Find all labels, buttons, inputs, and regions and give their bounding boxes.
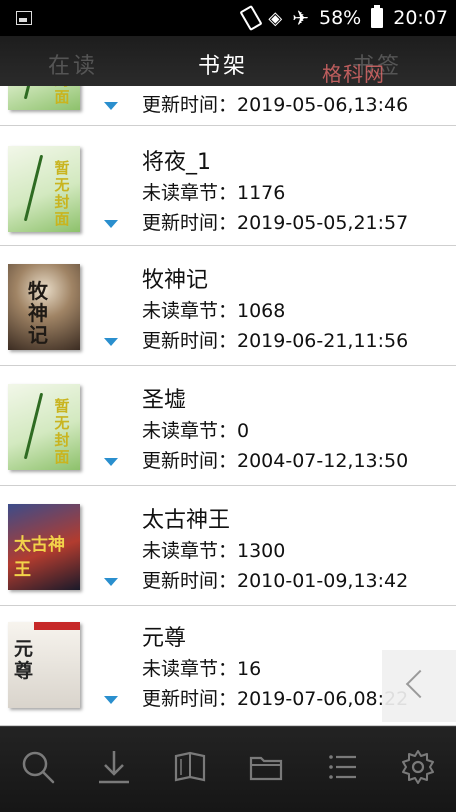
expand-arrow-icon[interactable] [104, 338, 118, 346]
battery-icon [371, 5, 384, 28]
airplane-mode-icon: ✈ [292, 6, 309, 30]
tab-reading[interactable]: 在读 [48, 48, 98, 80]
cover-band [34, 622, 80, 630]
book-title: 太古神王 [142, 508, 231, 533]
list-icon [329, 755, 356, 779]
book-icon [174, 751, 206, 782]
local-files-button[interactable] [246, 747, 286, 787]
book-cover: 太古神王 [8, 504, 80, 590]
placeholder-stem [23, 154, 44, 222]
unread-chapters: 未读章节：1300 [142, 540, 286, 562]
placeholder-stem [23, 392, 44, 460]
list-view-button[interactable] [322, 747, 362, 787]
book-cover: 暂无封面 [8, 86, 80, 110]
book-cover: 暂无封面 [8, 146, 80, 232]
download-button[interactable] [94, 747, 134, 787]
expand-arrow-icon[interactable] [104, 458, 118, 466]
expand-arrow-icon[interactable] [104, 102, 118, 110]
search-icon [22, 751, 55, 784]
unread-chapters: 未读章节：1176 [142, 182, 286, 204]
clock: 20:07 [393, 7, 448, 29]
unread-chapters: 未读章节：1068 [142, 300, 286, 322]
status-icons: ◈ ✈ 58% 20:07 [239, 0, 448, 36]
wifi-icon: ◈ [268, 7, 283, 29]
cover-label: 太古神王 [14, 535, 65, 580]
book-row[interactable]: 暂无封面 更新时间：2019-05-06,13:46 [0, 86, 456, 126]
tab-bar: 在读 书架 书签 [0, 36, 456, 86]
cover-label: 暂无封面 [54, 86, 70, 106]
gear-icon [402, 750, 434, 784]
battery-percent: 58% [319, 7, 362, 29]
expand-arrow-icon[interactable] [104, 696, 118, 704]
cover-label: 暂无封面 [54, 397, 70, 466]
update-time: 更新时间：2019-05-06,13:46 [142, 94, 409, 116]
cover-label: 元尊 [14, 638, 34, 682]
unread-chapters: 未读章节：0 [142, 420, 250, 442]
update-time: 更新时间：2019-05-05,21:57 [142, 212, 409, 234]
book-title: 元尊 [142, 626, 187, 651]
tab-bookshelf[interactable]: 书架 [198, 48, 248, 80]
rotate-lock-icon [239, 4, 263, 32]
cover-label: 牧神记 [28, 279, 48, 347]
status-bar: ◈ ✈ 58% 20:07 [0, 0, 456, 36]
search-button[interactable] [18, 747, 58, 787]
expand-arrow-icon[interactable] [104, 220, 118, 228]
bookshelf-button[interactable] [170, 747, 210, 787]
update-time: 更新时间：2019-07-06,08:22 [142, 688, 409, 710]
book-cover: 元尊 [8, 622, 80, 708]
update-time: 更新时间：2004-07-12,13:50 [142, 450, 409, 472]
placeholder-stem [23, 86, 44, 100]
update-time: 更新时间：2019-06-21,11:56 [142, 330, 409, 352]
download-icon [99, 751, 129, 784]
bottom-toolbar [0, 726, 456, 812]
book-title: 将夜_1 [142, 150, 211, 175]
collapse-panel-button[interactable] [382, 650, 456, 722]
chevron-left-icon [405, 669, 435, 699]
expand-arrow-icon[interactable] [104, 578, 118, 586]
book-title: 圣墟 [142, 388, 187, 413]
book-row[interactable]: 暂无封面 圣墟 未读章节：0 更新时间：2004-07-12,13:50 [0, 366, 456, 486]
cover-label: 暂无封面 [54, 159, 70, 228]
unread-chapters: 未读章节：16 [142, 658, 262, 680]
folder-icon [249, 756, 283, 781]
book-row[interactable]: 暂无封面 将夜_1 未读章节：1176 更新时间：2019-05-05,21:5… [0, 126, 456, 246]
book-row[interactable]: 太古神王 太古神王 未读章节：1300 更新时间：2010-01-09,13:4… [0, 486, 456, 606]
book-cover: 牧神记 [8, 264, 80, 350]
book-cover: 暂无封面 [8, 384, 80, 470]
settings-button[interactable] [398, 747, 438, 787]
book-title: 牧神记 [142, 268, 209, 293]
update-time: 更新时间：2010-01-09,13:42 [142, 570, 409, 592]
image-notification-icon [16, 11, 32, 25]
watermark: 格科网 [322, 62, 385, 86]
book-list[interactable]: 暂无封面 更新时间：2019-05-06,13:46 暂无封面 将夜_1 未读章… [0, 86, 456, 726]
book-row[interactable]: 牧神记 牧神记 未读章节：1068 更新时间：2019-06-21,11:56 [0, 246, 456, 366]
